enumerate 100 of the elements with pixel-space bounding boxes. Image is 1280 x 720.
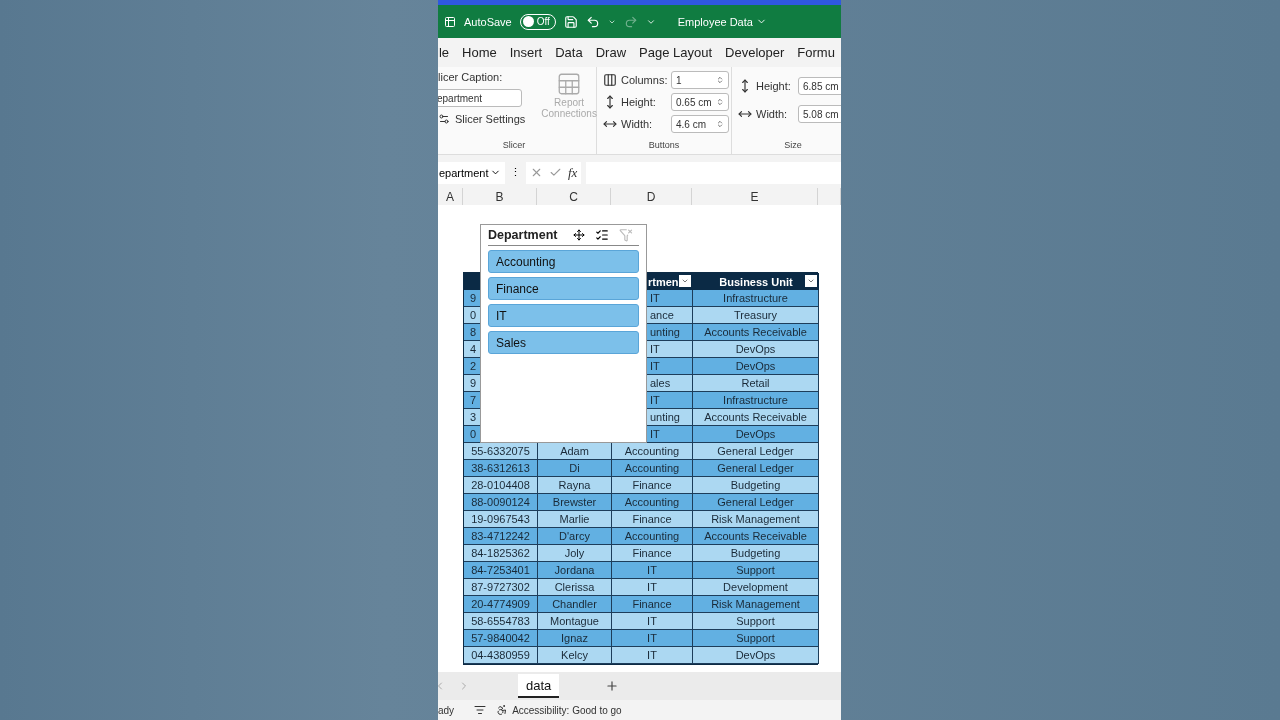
slicer-title: Department	[488, 228, 558, 242]
table-cell: DevOps	[693, 647, 819, 664]
table-cell: 55-6332075	[464, 443, 538, 460]
spin-field[interactable]: 4.6 cm	[671, 115, 729, 133]
table-cell: IT	[612, 630, 693, 647]
autosave-label: AutoSave	[464, 15, 512, 28]
table-cell: Accounts Receivable	[693, 324, 819, 341]
spin-field[interactable]: 1	[671, 71, 729, 89]
field-label: Width:	[756, 108, 789, 120]
table-cell: 88-0090124	[464, 494, 538, 511]
formula-field[interactable]	[586, 161, 841, 184]
move-icon[interactable]	[573, 229, 586, 241]
ribbon-tab[interactable]: ile	[438, 45, 449, 60]
accessibility-icon	[496, 704, 509, 716]
field-label: Width:	[621, 118, 654, 130]
function-button[interactable]: fx	[568, 164, 578, 181]
more-icon: ⋮	[510, 166, 521, 179]
spin-field[interactable]: 0.65 cm	[671, 93, 729, 111]
document-title[interactable]: Employee Data	[677, 15, 767, 28]
table-cell: 84-1825362	[464, 545, 538, 562]
table-cell: DevOps	[693, 426, 819, 443]
table-cell: Accounting	[612, 528, 693, 545]
table-cell: Marlie	[538, 511, 612, 528]
ribbon-tab[interactable]: Developer	[725, 45, 785, 60]
ribbon-tab[interactable]: Data	[555, 45, 583, 60]
table-cell: 20-4774909	[464, 596, 538, 613]
table-cell: Support	[693, 630, 819, 647]
slicer-item[interactable]: Accounting	[488, 250, 639, 273]
table-cell: Risk Management	[693, 511, 819, 528]
caret-icon	[807, 277, 815, 285]
table-cell: Infrastructure	[693, 392, 819, 409]
table-cell: Accounting	[612, 460, 693, 477]
table-cell: Treasury	[693, 307, 819, 324]
ribbon-tab[interactable]: Draw	[595, 45, 627, 60]
caption-field[interactable]: epartment	[438, 89, 522, 107]
table-cell: Ignaz	[538, 630, 612, 647]
table-cell: Rayna	[538, 477, 612, 494]
table-cell: DevOps	[693, 358, 819, 375]
cancel-icon[interactable]	[530, 166, 543, 179]
table-cell: Accounting	[612, 443, 693, 460]
table-cell: General Ledger	[693, 494, 819, 511]
table-cell: Risk Management	[693, 596, 819, 613]
filter-button[interactable]	[679, 275, 691, 287]
group-label: Slicer	[501, 140, 527, 152]
spinner-icon[interactable]	[716, 76, 724, 84]
size-field[interactable]: 6.85 cm	[798, 77, 841, 95]
table-cell: Support	[693, 562, 819, 579]
table-cell: Kelcy	[538, 647, 612, 664]
sheet-tab[interactable]: data	[518, 674, 560, 698]
table-cell: IT	[612, 579, 693, 596]
filter-button[interactable]	[805, 275, 817, 287]
table-cell: Accounting	[612, 494, 693, 511]
header-cell: Business Unit	[693, 273, 819, 290]
table-cell: Di	[538, 460, 612, 477]
macro-icon[interactable]	[474, 704, 487, 716]
table-cell: 57-9840042	[464, 630, 538, 647]
table-cell: Adam	[538, 443, 612, 460]
slicer-item[interactable]: Sales	[488, 331, 639, 354]
ribbon-tab[interactable]: Insert	[509, 45, 543, 60]
slicer-settings-button[interactable]: Slicer Settings	[438, 113, 526, 125]
field-label: Height:	[756, 80, 792, 92]
add-sheet-icon[interactable]	[605, 679, 620, 693]
size-field[interactable]: 5.08 cm	[798, 105, 841, 123]
status-text: ady	[438, 704, 455, 716]
spinner-icon[interactable]	[716, 98, 724, 106]
settings-icon	[438, 113, 450, 125]
ribbon-tab[interactable]: Page Layout	[639, 45, 713, 60]
table-cell: General Ledger	[693, 460, 819, 477]
table-cell: Budgeting	[693, 477, 819, 494]
field-label: Height:	[621, 96, 657, 108]
caption-label: licer Caption:	[438, 71, 504, 83]
table-cell: Chandler	[538, 596, 612, 613]
slicer-item[interactable]: Finance	[488, 277, 639, 300]
table-cell: Finance	[612, 545, 693, 562]
app-icon	[444, 15, 456, 28]
ribbon-tab[interactable]: Home	[462, 45, 497, 60]
table-cell: Accounts Receivable	[693, 528, 819, 545]
undo-icon[interactable]	[585, 14, 600, 29]
table-cell: 19-0967543	[464, 511, 538, 528]
enter-icon[interactable]	[549, 166, 562, 179]
columns-icon	[603, 73, 617, 87]
table-cell: Finance	[612, 477, 693, 494]
table-cell: 58-6554783	[464, 613, 538, 630]
table-cell: DevOps	[693, 341, 819, 358]
multi-select-icon[interactable]	[595, 228, 610, 242]
table-cell: D'arcy	[538, 528, 612, 545]
table-cell: Finance	[612, 511, 693, 528]
spinner-icon[interactable]	[716, 120, 724, 128]
table-cell: Retail	[693, 375, 819, 392]
save-icon[interactable]	[563, 14, 578, 29]
table-cell: Infrastructure	[693, 290, 819, 307]
ribbon-tab[interactable]: Formu	[797, 45, 835, 60]
table-cell: Finance	[612, 596, 693, 613]
slicer-item[interactable]: IT	[488, 304, 639, 327]
table-cell: General Ledger	[693, 443, 819, 460]
accessibility-status[interactable]: Accessibility: Good to go	[512, 704, 622, 716]
group-label: Size	[783, 140, 803, 152]
table-cell: 87-9727302	[464, 579, 538, 596]
field-label: Columns:	[621, 74, 667, 86]
name-box[interactable]: epartment	[438, 161, 505, 184]
